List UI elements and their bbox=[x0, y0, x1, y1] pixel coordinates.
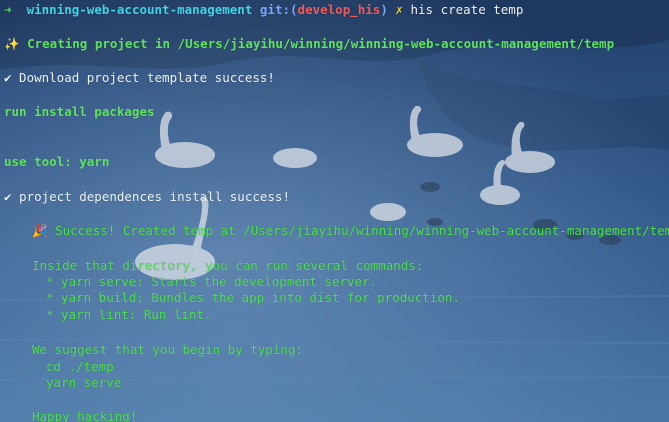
prompt-directory: winning-web-account-management bbox=[26, 2, 253, 17]
output-cmd-build: * yarn build: Bundles the app into dist … bbox=[46, 290, 460, 305]
output-tool: use tool: yarn bbox=[4, 154, 110, 169]
git-dirty-icon: ✗ bbox=[395, 2, 403, 17]
output-inside: Inside that directory, you can run sever… bbox=[32, 258, 424, 273]
output-suggest: We suggest that you begin by typing: bbox=[32, 342, 303, 357]
output-deps: ✔ project dependences install success! bbox=[4, 189, 290, 204]
command-text: his create temp bbox=[410, 2, 524, 17]
git-prefix: git:( bbox=[259, 2, 298, 17]
output-happy: Happy hacking! bbox=[32, 409, 138, 422]
prompt-line: ➜ winning-web-account-management git:(de… bbox=[4, 2, 523, 18]
output-yarn-serve: yarn serve bbox=[46, 375, 122, 390]
output-success: 🎉 Success! Created temp at /Users/jiayih… bbox=[32, 223, 669, 238]
output-cmd-lint: * yarn lint: Run lint. bbox=[46, 307, 212, 322]
output-creating: ✨ Creating project in /Users/jiayihu/win… bbox=[4, 36, 615, 51]
output-cmd-serve: * yarn serve: Starts the development ser… bbox=[46, 274, 378, 289]
prompt-arrow-icon: ➜ bbox=[4, 2, 12, 17]
terminal-window[interactable]: ➜ winning-web-account-management git:(de… bbox=[0, 0, 669, 422]
output-download: ✔ Download project template success! bbox=[4, 70, 275, 85]
git-branch: develop_his bbox=[297, 2, 381, 17]
output-install: run install packages bbox=[4, 104, 155, 119]
git-suffix: ) bbox=[380, 2, 388, 17]
output-cd: cd ./temp bbox=[46, 359, 114, 374]
